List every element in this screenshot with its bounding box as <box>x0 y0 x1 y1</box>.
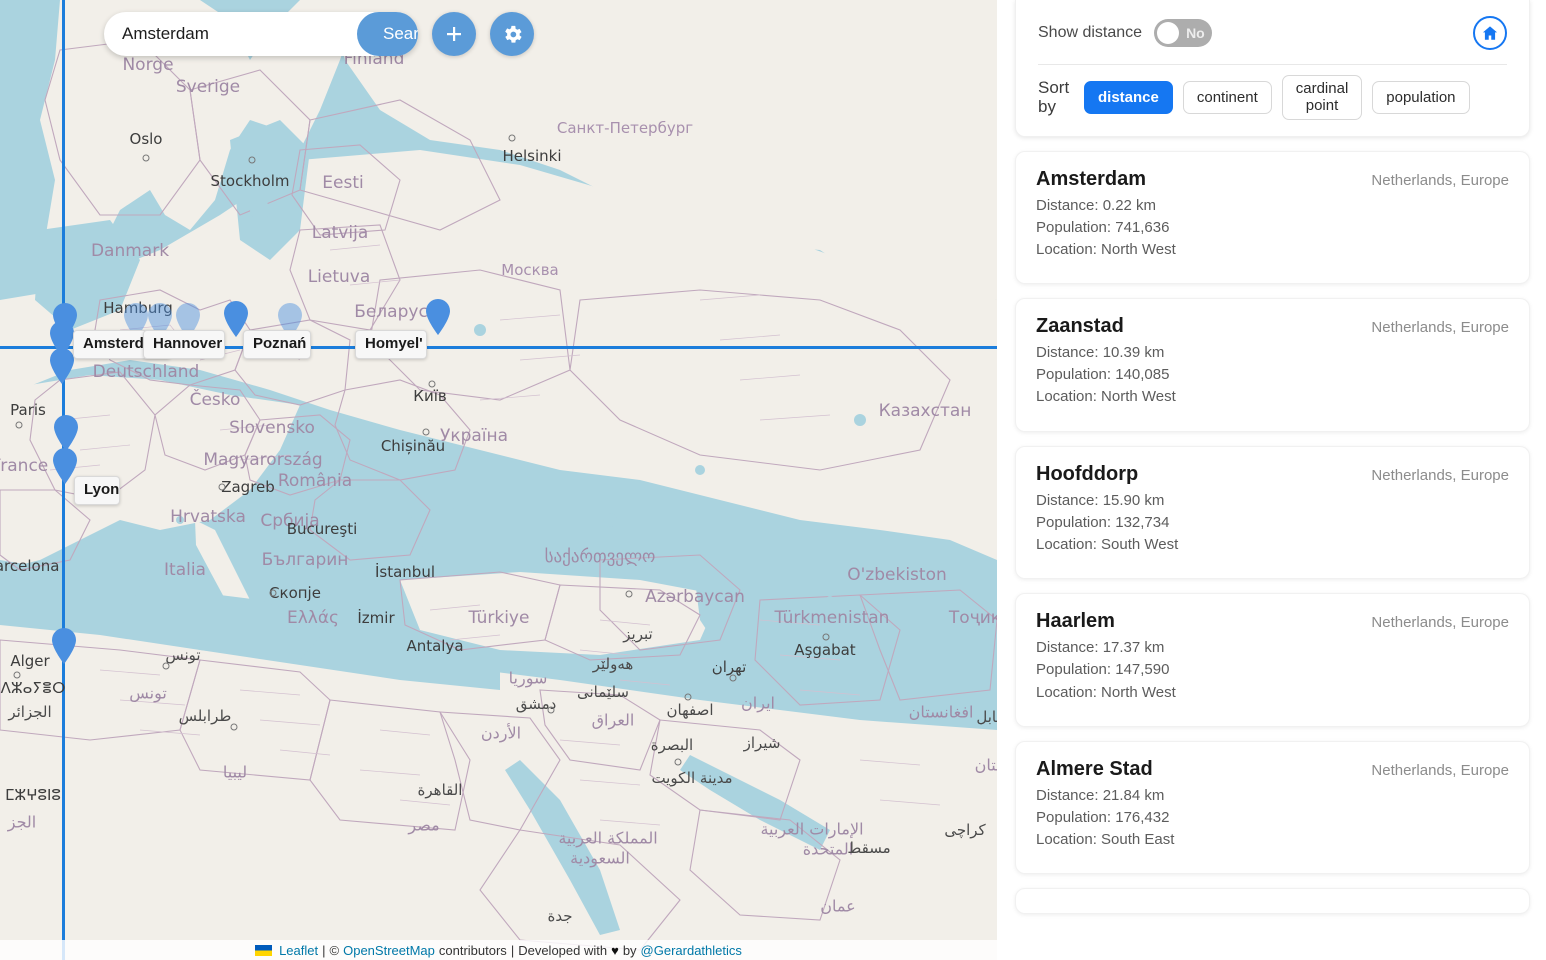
city-region: Netherlands, Europe <box>1371 467 1509 484</box>
city-name: Zaanstad <box>1036 315 1124 338</box>
settings-card: Show distance No Sort by distancecontin <box>1015 0 1530 137</box>
city-region: Netherlands, Europe <box>1371 762 1509 779</box>
city-card[interactable]: Amsterdam Netherlands, Europe Distance: 0.… <box>1015 151 1530 285</box>
city-card[interactable]: Almere Stad Netherlands, Europe Distance: … <box>1015 741 1530 875</box>
map-marker-pin[interactable] <box>51 627 77 665</box>
plus-icon <box>444 24 464 44</box>
map-pin-icon <box>425 298 451 336</box>
city-name: Hoofddorp <box>1036 463 1138 486</box>
city-card[interactable]: Zaanstad Netherlands, Europe Distance: 10.… <box>1015 298 1530 432</box>
attr-sep-1: | <box>322 943 325 958</box>
attr-copyright: © <box>330 943 340 958</box>
show-distance-label: Show distance <box>1038 24 1142 42</box>
map-marker-pin[interactable] <box>49 347 75 385</box>
city-meta: Distance: 21.84 kmPopulation: 176,432Loc… <box>1036 785 1509 852</box>
home-icon <box>1481 24 1499 42</box>
marker-label-homyel: Homyel' <box>355 330 427 359</box>
city-card-header: Zaanstad Netherlands, Europe <box>1036 315 1509 338</box>
city-location: Location: South East <box>1036 829 1509 851</box>
ukraine-flag-icon <box>255 945 272 956</box>
city-distance: Distance: 21.84 km <box>1036 785 1509 807</box>
city-card-header: Amsterdam Netherlands, Europe <box>1036 168 1509 191</box>
city-meta: Distance: 15.90 kmPopulation: 132,734Loc… <box>1036 490 1509 557</box>
city-location: Location: North West <box>1036 386 1509 408</box>
city-distance: Distance: 0.22 km <box>1036 195 1509 217</box>
search-button[interactable]: Search <box>357 12 418 56</box>
city-location: Location: South West <box>1036 534 1509 556</box>
city-distance: Distance: 15.90 km <box>1036 490 1509 512</box>
city-population: Population: 140,085 <box>1036 364 1509 386</box>
search-box[interactable]: Search <box>104 12 418 56</box>
city-meta: Distance: 10.39 kmPopulation: 140,085Loc… <box>1036 342 1509 409</box>
city-region: Netherlands, Europe <box>1371 614 1509 631</box>
city-name: Amsterdam <box>1036 168 1146 191</box>
settings-divider <box>1038 64 1507 65</box>
city-card[interactable]: Hoofddorp Netherlands, Europe Distance: 15… <box>1015 446 1530 580</box>
city-name: Almere Stad <box>1036 758 1153 781</box>
settings-button[interactable] <box>490 12 534 56</box>
side-pane: Show distance No Sort by distancecontin <box>997 0 1546 960</box>
city-population: Population: 132,734 <box>1036 512 1509 534</box>
city-population: Population: 176,432 <box>1036 807 1509 829</box>
author-link[interactable]: @Gerardathletics <box>641 943 742 958</box>
city-card-header: Haarlem Netherlands, Europe <box>1036 610 1509 633</box>
map-marker-pin[interactable] <box>425 298 451 336</box>
city-card-partial[interactable] <box>1015 888 1530 914</box>
sort-label-line2: by <box>1038 97 1084 117</box>
sort-option-cardinal-point[interactable]: cardinalpoint <box>1282 75 1363 120</box>
map-controls: Search <box>104 12 534 56</box>
city-name: Haarlem <box>1036 610 1115 633</box>
marker-label-lyon: Lyon <box>74 476 120 505</box>
openstreetmap-link[interactable]: OpenStreetMap <box>343 943 435 958</box>
marker-label-poznan: Poznań <box>243 330 311 359</box>
attr-contributors: contributors <box>439 943 507 958</box>
city-region: Netherlands, Europe <box>1371 172 1509 189</box>
show-distance-toggle[interactable]: No <box>1154 19 1212 47</box>
sort-buttons: distance continent cardinalpoint population <box>1084 75 1470 120</box>
map-base-layer <box>0 0 997 960</box>
toggle-knob <box>1157 22 1179 44</box>
city-distance: Distance: 10.39 km <box>1036 342 1509 364</box>
city-list: Amsterdam Netherlands, Europe Distance: 0.… <box>1015 151 1530 915</box>
leaflet-link[interactable]: Leaflet <box>279 943 318 958</box>
app-root: NorgeSverigeFinlandOsloHelsinkiStockholm… <box>0 0 1546 960</box>
sort-label-line1: Sort <box>1038 78 1084 98</box>
sort-option-distance[interactable]: distance <box>1084 81 1173 114</box>
city-population: Population: 741,636 <box>1036 217 1509 239</box>
sort-option-line2: point <box>1296 97 1349 114</box>
map-pin-icon <box>49 347 75 385</box>
search-input[interactable] <box>104 12 357 56</box>
sort-row: Sort by distancecontinentcardinalpointpo… <box>1038 75 1507 120</box>
sort-option-population[interactable]: population <box>1372 81 1469 114</box>
city-meta: Distance: 17.37 kmPopulation: 147,590Loc… <box>1036 637 1509 704</box>
gear-icon <box>501 23 524 46</box>
city-location: Location: North West <box>1036 682 1509 704</box>
toggle-value: No <box>1186 25 1205 41</box>
sort-option-line1: cardinal <box>1296 80 1349 97</box>
map-attribution: Leaflet | © OpenStreetMap contributors |… <box>0 940 997 960</box>
attr-by: by <box>623 943 637 958</box>
home-button[interactable] <box>1473 16 1507 50</box>
marker-label-hannover: Hannover <box>143 330 225 359</box>
attr-sep-2: | <box>511 943 514 958</box>
sort-option-continent[interactable]: continent <box>1183 81 1272 114</box>
city-meta: Distance: 0.22 kmPopulation: 741,636Loca… <box>1036 195 1509 262</box>
add-city-button[interactable] <box>432 12 476 56</box>
map-pane[interactable]: NorgeSverigeFinlandOsloHelsinkiStockholm… <box>0 0 997 960</box>
city-region: Netherlands, Europe <box>1371 319 1509 336</box>
city-location: Location: North West <box>1036 239 1509 261</box>
sort-by-label: Sort by <box>1038 78 1084 117</box>
city-card-header: Almere Stad Netherlands, Europe <box>1036 758 1509 781</box>
city-population: Population: 147,590 <box>1036 659 1509 681</box>
show-distance-row: Show distance No <box>1038 14 1507 52</box>
attr-developed: Developed with <box>518 943 607 958</box>
map-pin-icon <box>51 627 77 665</box>
heart-icon: ♥ <box>611 943 619 958</box>
city-card-header: Hoofddorp Netherlands, Europe <box>1036 463 1509 486</box>
city-distance: Distance: 17.37 km <box>1036 637 1509 659</box>
city-card[interactable]: Haarlem Netherlands, Europe Distance: 17.3… <box>1015 593 1530 727</box>
